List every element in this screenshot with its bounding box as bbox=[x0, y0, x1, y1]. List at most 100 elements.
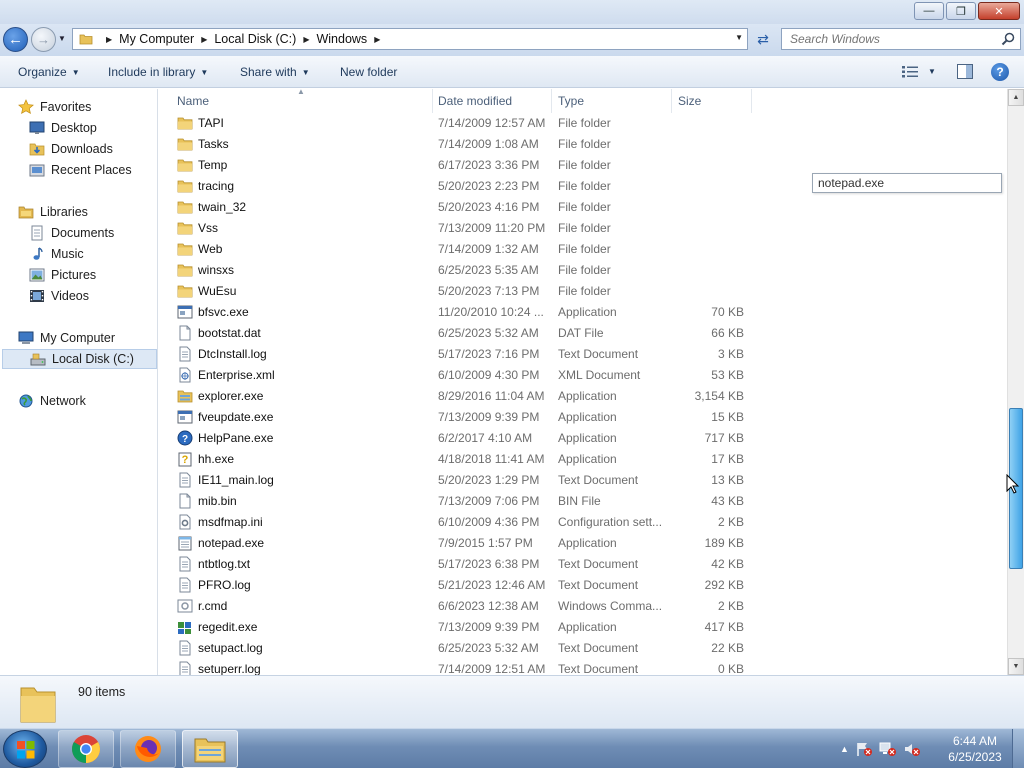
volume-muted-icon[interactable] bbox=[903, 741, 921, 757]
start-button[interactable] bbox=[3, 730, 47, 768]
nav-network[interactable]: Network bbox=[18, 391, 157, 411]
taskbar-chrome[interactable] bbox=[58, 730, 114, 768]
file-row-temp[interactable]: Temp 6/17/2023 3:36 PM File folder bbox=[159, 155, 759, 176]
file-date-modified: 7/14/2009 12:51 AM bbox=[438, 662, 546, 675]
file-row-explorer-exe[interactable]: explorer.exe 8/29/2016 11:04 AM Applicatio… bbox=[159, 386, 759, 407]
search-box[interactable] bbox=[781, 28, 1021, 50]
clock[interactable]: 6:44 AM 6/25/2023 bbox=[940, 733, 1010, 765]
file-row-tasks[interactable]: Tasks 7/14/2009 1:08 AM File folder bbox=[159, 134, 759, 155]
vertical-scrollbar[interactable]: ▲ ▼ bbox=[1007, 89, 1024, 675]
file-row-regedit-exe[interactable]: regedit.exe 7/13/2009 9:39 PM Application 4… bbox=[159, 617, 759, 638]
network-status-icon[interactable] bbox=[879, 741, 897, 757]
scroll-up-button[interactable]: ▲ bbox=[1008, 89, 1024, 106]
file-row-twain-32[interactable]: twain_32 5/20/2023 4:16 PM File folder bbox=[159, 197, 759, 218]
nav-documents[interactable]: Documents bbox=[29, 223, 157, 243]
help-button[interactable]: ? bbox=[991, 63, 1009, 81]
nav-videos[interactable]: Videos bbox=[29, 286, 157, 306]
nav-my-computer[interactable]: My Computer bbox=[18, 328, 157, 348]
file-row-ntbtlog-txt[interactable]: ntbtlog.txt 5/17/2023 6:38 PM Text Documen… bbox=[159, 554, 759, 575]
organize-button[interactable]: Organize ▼ bbox=[18, 65, 80, 79]
file-row-setupact-log[interactable]: setupact.log 6/25/2023 5:32 AM Text Docume… bbox=[159, 638, 759, 659]
breadcrumb-windows[interactable]: Windows bbox=[316, 32, 367, 46]
nav-pictures[interactable]: Pictures bbox=[29, 265, 157, 285]
chevron-right-icon[interactable]: ▶ bbox=[374, 35, 380, 44]
file-row-mib-bin[interactable]: mib.bin 7/13/2009 7:06 PM BIN File 43 KB bbox=[159, 491, 759, 512]
file-row-ie11-main-log[interactable]: IE11_main.log 5/20/2023 1:29 PM Text Docum… bbox=[159, 470, 759, 491]
taskbar-windows-explorer[interactable] bbox=[182, 730, 238, 768]
scroll-down-button[interactable]: ▼ bbox=[1008, 658, 1024, 675]
column-divider[interactable] bbox=[751, 89, 752, 113]
nav-favorites[interactable]: Favorites bbox=[18, 97, 157, 117]
file-size: 17 KB bbox=[711, 452, 744, 466]
file-date-modified: 6/10/2009 4:36 PM bbox=[438, 515, 540, 529]
chevron-right-icon[interactable]: ▶ bbox=[106, 35, 112, 44]
breadcrumb-my-computer[interactable]: My Computer bbox=[119, 32, 194, 46]
nav-libraries-label: Libraries bbox=[40, 205, 88, 219]
address-bar[interactable]: ▶ My Computer ▶ Local Disk (C:) ▶ Window… bbox=[72, 28, 748, 50]
refresh-button[interactable]: ⇄ bbox=[751, 28, 775, 50]
file-row-notepad-exe[interactable]: notepad.exe 7/9/2015 1:57 PM Application 18… bbox=[159, 533, 759, 554]
file-name: notepad.exe bbox=[198, 536, 265, 550]
file-row-wuesu[interactable]: WuEsu 5/20/2023 7:13 PM File folder bbox=[159, 281, 759, 302]
column-header-date-modified[interactable]: Date modified bbox=[438, 94, 512, 108]
new-folder-button[interactable]: New folder bbox=[340, 65, 397, 79]
file-row-enterprise-xml[interactable]: Enterprise.xml 6/10/2009 4:30 PM XML Docum… bbox=[159, 365, 759, 386]
file-row-pfro-log[interactable]: PFRO.log 5/21/2023 12:46 AM Text Document 2… bbox=[159, 575, 759, 596]
help-app-icon: ? bbox=[177, 430, 193, 446]
column-divider[interactable] bbox=[551, 89, 552, 113]
file-row-msdfmap-ini[interactable]: msdfmap.ini 6/10/2009 4:36 PM Configuratio… bbox=[159, 512, 759, 533]
nav-recent-places[interactable]: Recent Places bbox=[29, 160, 157, 180]
close-button[interactable]: ✕ bbox=[978, 2, 1020, 20]
action-center-flag-icon[interactable] bbox=[855, 741, 873, 757]
preview-pane-icon[interactable] bbox=[957, 64, 973, 79]
explorer-folder-icon bbox=[194, 738, 226, 763]
column-header-name[interactable]: Name bbox=[177, 94, 209, 108]
forward-button[interactable]: → bbox=[31, 27, 56, 52]
file-row-dtcinstall-log[interactable]: DtcInstall.log 5/17/2023 7:16 PM Text Docu… bbox=[159, 344, 759, 365]
back-button[interactable]: ← bbox=[3, 27, 28, 52]
nav-desktop[interactable]: Desktop bbox=[29, 118, 157, 138]
file-row-hh-exe[interactable]: ? hh.exe 4/18/2018 11:41 AM Application 17 K… bbox=[159, 449, 759, 470]
text-document-icon bbox=[179, 556, 191, 572]
nav-music[interactable]: Music bbox=[29, 244, 157, 264]
taskbar-firefox[interactable] bbox=[120, 730, 176, 768]
file-row-winsxs[interactable]: winsxs 6/25/2023 5:35 AM File folder bbox=[159, 260, 759, 281]
recent-pages-dropdown[interactable]: ▼ bbox=[58, 34, 66, 43]
change-view-icon[interactable] bbox=[902, 66, 920, 78]
file-row-r-cmd[interactable]: r.cmd 6/6/2023 12:38 AM Windows Comma... 2 … bbox=[159, 596, 759, 617]
include-in-library-button[interactable]: Include in library ▼ bbox=[108, 65, 208, 79]
view-options-dropdown[interactable]: ▼ bbox=[928, 67, 936, 76]
file-row-tapi[interactable]: TAPI 7/14/2009 12:57 AM File folder bbox=[159, 113, 759, 134]
file-row-bfsvc-exe[interactable]: bfsvc.exe 11/20/2010 10:24 ... Application… bbox=[159, 302, 759, 323]
chevron-right-icon[interactable]: ▶ bbox=[303, 35, 309, 44]
chrome-icon bbox=[72, 735, 100, 763]
nav-local-disk[interactable]: Local Disk (C:) bbox=[2, 349, 157, 369]
search-icon[interactable] bbox=[1001, 32, 1015, 46]
address-dropdown-button[interactable]: ▼ bbox=[735, 33, 743, 42]
clock-date: 6/25/2023 bbox=[948, 750, 1002, 764]
column-header-size[interactable]: Size bbox=[678, 94, 701, 108]
column-divider[interactable] bbox=[671, 89, 672, 113]
file-row-vss[interactable]: Vss 7/13/2009 11:20 PM File folder bbox=[159, 218, 759, 239]
search-input[interactable] bbox=[790, 32, 1000, 46]
share-with-button[interactable]: Share with ▼ bbox=[240, 65, 310, 79]
nav-libraries[interactable]: Libraries bbox=[18, 202, 157, 222]
file-row-helppane-exe[interactable]: ? HelpPane.exe 6/2/2017 4:10 AM Application… bbox=[159, 428, 759, 449]
show-desktop-button[interactable] bbox=[1012, 729, 1024, 768]
column-divider[interactable] bbox=[432, 89, 433, 113]
column-header-type[interactable]: Type bbox=[558, 94, 584, 108]
maximize-button[interactable]: ❐ bbox=[946, 2, 976, 20]
minimize-button[interactable]: — bbox=[914, 2, 944, 20]
file-row-web[interactable]: Web 7/14/2009 1:32 AM File folder bbox=[159, 239, 759, 260]
nav-downloads[interactable]: Downloads bbox=[29, 139, 157, 159]
file-row-fveupdate-exe[interactable]: fveupdate.exe 7/13/2009 9:39 PM Applicatio… bbox=[159, 407, 759, 428]
file-name: regedit.exe bbox=[198, 620, 258, 634]
network-icon bbox=[19, 394, 33, 408]
show-hidden-icons-button[interactable]: ▲ bbox=[840, 744, 849, 754]
caret-down-icon: ▼ bbox=[200, 67, 209, 77]
chevron-right-icon[interactable]: ▶ bbox=[201, 35, 207, 44]
file-row-bootstat-dat[interactable]: bootstat.dat 6/25/2023 5:32 AM DAT File 66 … bbox=[159, 323, 759, 344]
file-row-tracing[interactable]: tracing 5/20/2023 2:23 PM File folder bbox=[159, 176, 759, 197]
breadcrumb-local-disk[interactable]: Local Disk (C:) bbox=[214, 32, 296, 46]
file-row-setuperr-log[interactable]: setuperr.log 7/14/2009 12:51 AM Text Docum… bbox=[159, 659, 759, 675]
